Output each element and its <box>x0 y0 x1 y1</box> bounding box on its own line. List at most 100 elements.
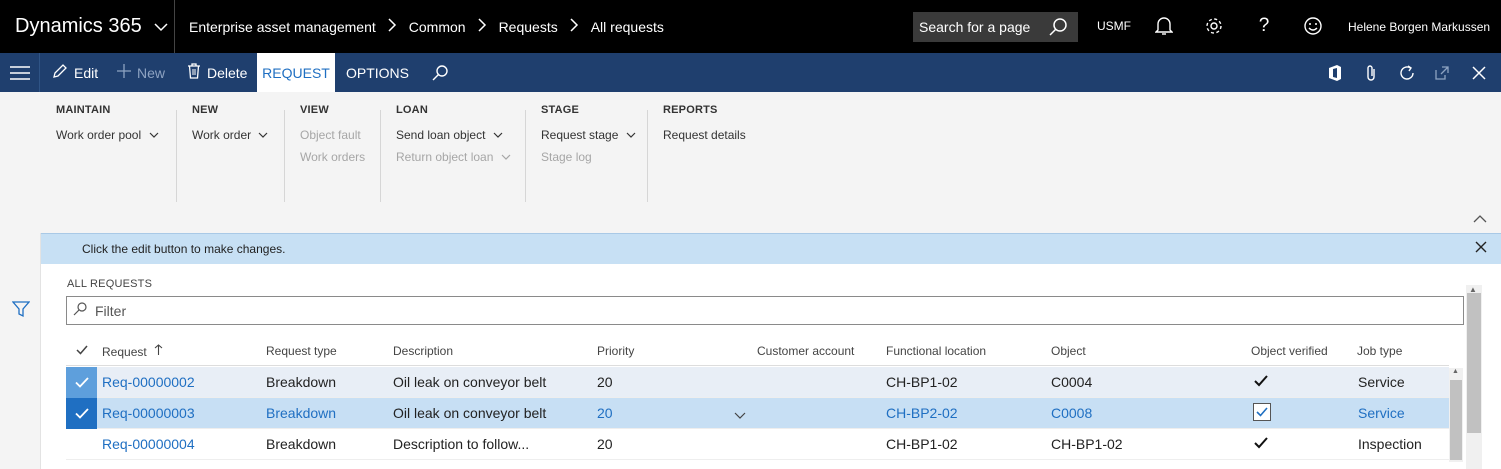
job-type-cell: Inspection <box>1358 436 1422 452</box>
send-loan-object-button[interactable]: Send loan object <box>396 128 511 142</box>
description-cell: Oil leak on conveyor belt <box>393 374 547 390</box>
navigation-menu-icon[interactable] <box>0 53 40 92</box>
scrollbar-thumb[interactable] <box>1450 380 1462 460</box>
column-header-priority[interactable]: Priority <box>597 344 634 358</box>
breadcrumb-item[interactable]: All requests <box>591 19 664 35</box>
filter-placeholder: Filter <box>95 302 127 319</box>
column-header-object-verified[interactable]: Object verified <box>1251 344 1328 358</box>
delete-button[interactable]: Delete <box>187 53 247 92</box>
tab-request[interactable]: REQUEST <box>257 53 335 92</box>
breadcrumb-item[interactable]: Enterprise asset management <box>189 19 376 35</box>
functional-location-cell[interactable]: CH-BP2-02 <box>886 405 958 421</box>
attachment-icon[interactable] <box>1362 64 1380 82</box>
open-new-window-icon[interactable] <box>1433 64 1451 82</box>
grid-scrollbar[interactable]: ▲ <box>1449 368 1463 462</box>
job-type-cell[interactable]: Service <box>1358 405 1405 421</box>
table-row[interactable]: Req-00000004 Breakdown Description to fo… <box>66 429 1449 460</box>
ribbon-group-maintain: MAINTAIN Work order pool <box>56 104 159 142</box>
priority-cell[interactable]: 20 <box>597 405 613 421</box>
column-header-job-type[interactable]: Job type <box>1357 344 1402 358</box>
work-order-pool-button[interactable]: Work order pool <box>56 128 159 142</box>
app-name: Dynamics 365 <box>15 15 142 37</box>
ribbon: MAINTAIN Work order pool NEW Work order … <box>40 92 1501 233</box>
page-scrollbar[interactable]: ▲ <box>1466 285 1482 469</box>
scrollbar-thumb[interactable] <box>1467 293 1481 433</box>
user-name[interactable]: Helene Borgen Markussen <box>1348 20 1490 34</box>
object-verified-checkmark-icon <box>1254 436 1268 452</box>
search-icon[interactable] <box>431 64 449 82</box>
filter-input[interactable]: Filter <box>66 296 1464 325</box>
description-cell[interactable]: Oil leak on conveyor belt <box>393 405 546 421</box>
object-cell[interactable]: C0008 <box>1051 405 1092 421</box>
group-divider <box>176 110 177 202</box>
gear-icon[interactable] <box>1203 15 1225 37</box>
table-row[interactable]: Req-00000003 Breakdown Oil leak on conve… <box>66 398 1449 429</box>
close-icon[interactable] <box>1475 240 1487 257</box>
refresh-icon[interactable] <box>1398 64 1416 82</box>
top-bar: Dynamics 365 Enterprise asset management… <box>0 0 1501 53</box>
new-button[interactable]: New <box>117 53 165 92</box>
work-orders-button[interactable]: Work orders <box>300 150 365 164</box>
ribbon-group-view: VIEW Object fault Work orders <box>300 104 365 164</box>
request-details-button[interactable]: Request details <box>663 128 746 142</box>
delete-label: Delete <box>207 64 248 81</box>
object-verified-checkbox[interactable] <box>1253 403 1271 421</box>
group-divider <box>525 110 526 202</box>
chevron-right-icon <box>388 17 397 36</box>
search-icon[interactable] <box>1048 17 1068 40</box>
request-stage-button[interactable]: Request stage <box>541 128 636 142</box>
request-type-cell[interactable]: Breakdown <box>266 405 336 421</box>
column-header-functional-location[interactable]: Functional location <box>886 344 986 358</box>
help-icon[interactable]: ? <box>1253 15 1275 37</box>
group-divider <box>284 110 285 202</box>
office-icon[interactable] <box>1326 64 1344 82</box>
work-order-button[interactable]: Work order <box>192 128 268 142</box>
column-header-request[interactable]: Request <box>102 344 163 359</box>
object-cell: CH-BP1-02 <box>1051 436 1123 452</box>
column-header-object[interactable]: Object <box>1051 344 1086 358</box>
company-picker[interactable]: USMF <box>1097 19 1131 33</box>
chevron-up-icon[interactable] <box>1473 212 1487 226</box>
priority-cell: 20 <box>597 436 613 452</box>
column-header-customer-account[interactable]: Customer account <box>757 344 854 358</box>
request-id-link[interactable]: Req-00000002 <box>102 374 195 390</box>
edit-button[interactable]: Edit <box>52 53 98 92</box>
column-header-request-type[interactable]: Request type <box>266 344 337 358</box>
edit-label: Edit <box>74 64 99 81</box>
smiley-icon[interactable] <box>1302 15 1324 37</box>
chevron-down-icon <box>149 132 158 138</box>
new-label: New <box>137 64 166 81</box>
group-title: LOAN <box>396 104 428 116</box>
request-id-link[interactable]: Req-00000003 <box>102 405 195 421</box>
chevron-right-icon <box>570 17 579 36</box>
plus-icon <box>117 64 131 81</box>
close-icon[interactable] <box>1470 64 1488 82</box>
breadcrumb-item[interactable]: Common <box>409 19 466 35</box>
message-text: Click the edit button to make changes. <box>82 242 286 256</box>
page-search-input[interactable]: Search for a page <box>913 12 1078 42</box>
tab-options[interactable]: OPTIONS <box>346 53 409 92</box>
breadcrumb-item[interactable]: Requests <box>499 19 558 35</box>
scroll-up-arrow-icon[interactable]: ▲ <box>1452 368 1459 375</box>
breadcrumb: Enterprise asset management Common Reque… <box>175 17 664 36</box>
object-fault-button[interactable]: Object fault <box>300 128 365 142</box>
funnel-icon[interactable] <box>11 300 31 321</box>
select-all-checkmark-icon[interactable] <box>76 344 88 358</box>
group-divider <box>647 110 648 202</box>
stage-log-button[interactable]: Stage log <box>541 150 636 164</box>
row-select-checkbox[interactable] <box>66 367 97 398</box>
pencil-icon <box>52 63 68 82</box>
bell-icon[interactable] <box>1153 15 1175 37</box>
app-switcher[interactable]: Dynamics 365 <box>0 0 175 53</box>
chevron-down-icon <box>259 132 268 138</box>
priority-dropdown-chevron-icon[interactable] <box>734 407 746 423</box>
functional-location-cell: CH-BP1-02 <box>886 436 958 452</box>
ribbon-group-new: NEW Work order <box>192 104 268 142</box>
row-select-checkbox[interactable] <box>66 429 97 460</box>
row-select-checkbox[interactable] <box>66 398 97 429</box>
chevron-right-icon <box>478 17 487 36</box>
table-row[interactable]: Req-00000002 Breakdown Oil leak on conve… <box>66 367 1449 398</box>
return-object-loan-button[interactable]: Return object loan <box>396 150 511 164</box>
column-header-description[interactable]: Description <box>393 344 453 358</box>
request-id-link[interactable]: Req-00000004 <box>102 436 195 452</box>
